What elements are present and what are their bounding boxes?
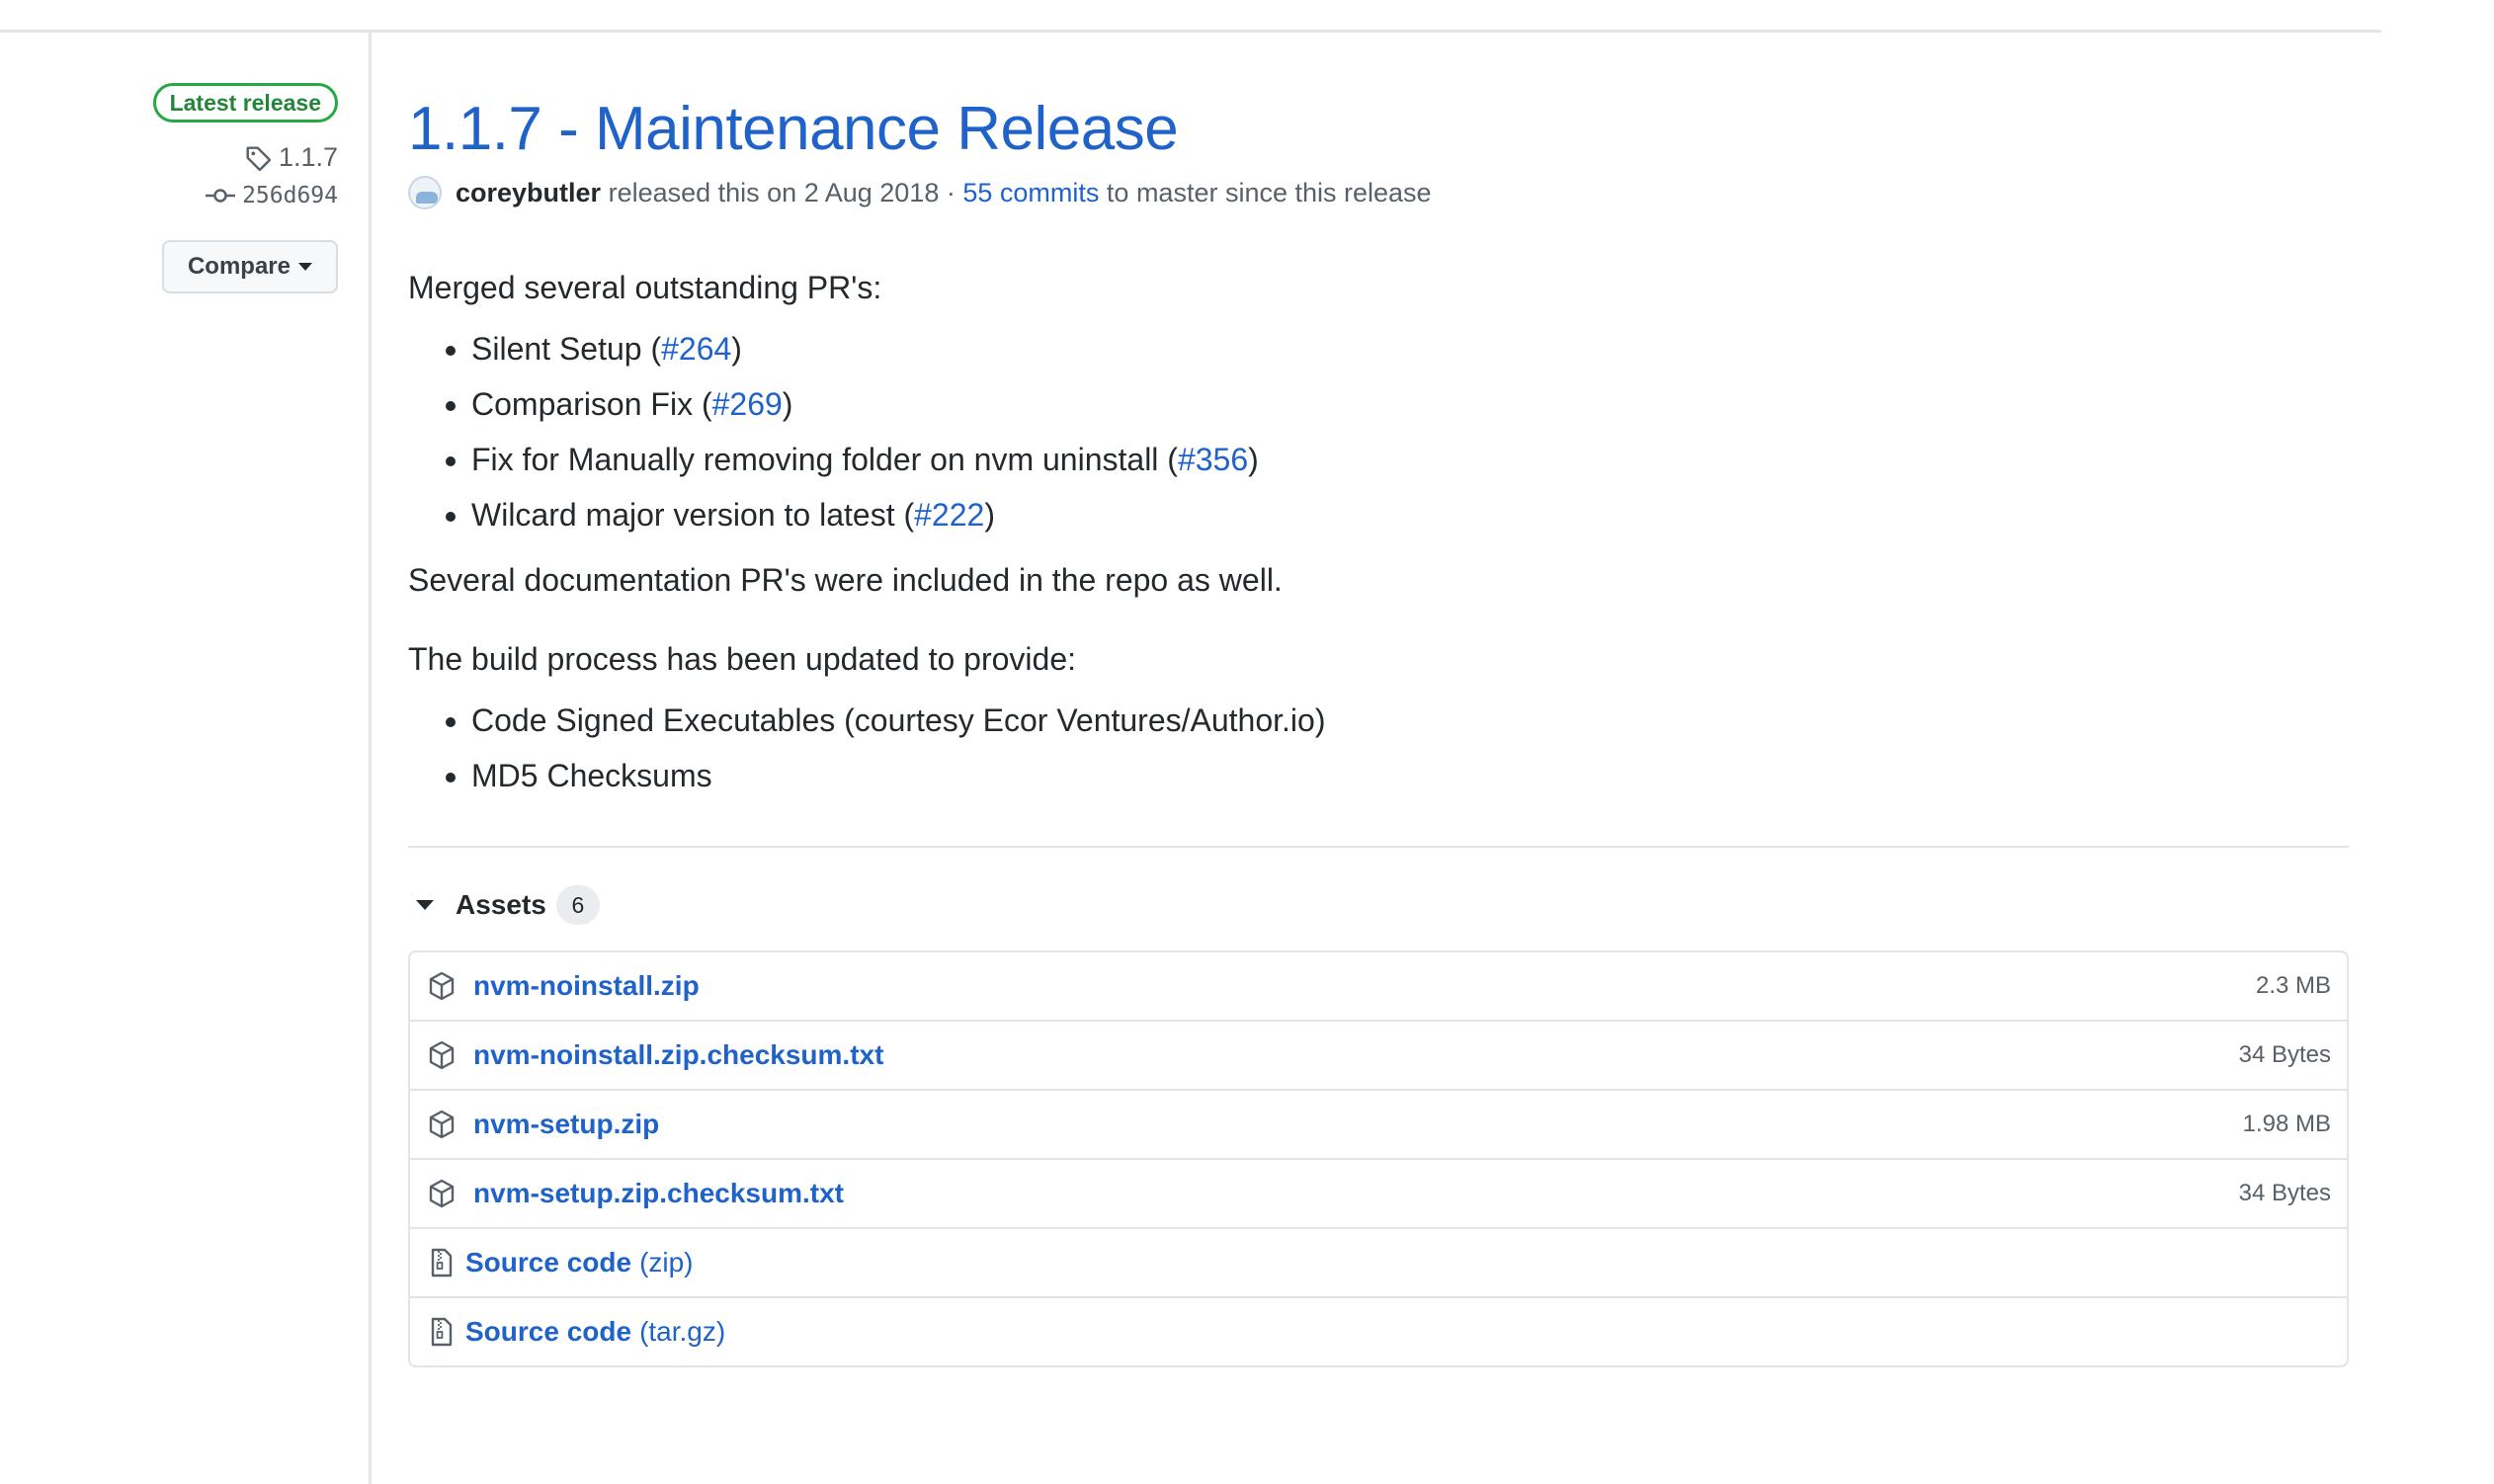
pr-link[interactable]: #356 xyxy=(1178,442,1248,477)
asset-row: nvm-setup.zip 1.98 MB xyxy=(410,1089,2347,1158)
assets-count-badge: 6 xyxy=(555,885,600,925)
asset-row: nvm-setup.zip.checksum.txt 34 Bytes xyxy=(410,1158,2347,1227)
package-icon xyxy=(429,1040,455,1070)
released-date-text: released this on 2 Aug 2018 · xyxy=(608,177,956,207)
list-item: MD5 Checksums xyxy=(471,755,2349,796)
file-zip-icon xyxy=(431,1248,453,1278)
assets-toggle[interactable]: Assets 6 xyxy=(408,883,2349,927)
source-code-format[interactable]: (tar.gz) xyxy=(639,1316,725,1348)
list-item: Fix for Manually removing folder on nvm … xyxy=(471,439,2349,480)
compare-button-label: Compare xyxy=(187,253,291,280)
list-item: Code Signed Executables (courtesy Ecor V… xyxy=(471,700,2349,741)
release-body: 1.1.7 - Maintenance Release coreybutler … xyxy=(408,87,2349,1367)
package-icon xyxy=(429,1179,455,1208)
latest-release-badge: Latest release xyxy=(152,83,338,123)
top-divider xyxy=(0,30,2381,33)
asset-row: nvm-noinstall.zip 2.3 MB xyxy=(410,952,2347,1020)
release-byline: coreybutler released this on 2 Aug 2018 … xyxy=(408,176,2349,209)
asset-size: 1.98 MB xyxy=(2242,1111,2331,1137)
release-meta-sidebar: Latest release 1.1.7 256d694 Compare xyxy=(0,83,338,293)
source-code-link[interactable]: Source code xyxy=(465,1247,631,1278)
asset-size: 34 Bytes xyxy=(2238,1180,2331,1206)
asset-download-link[interactable]: nvm-setup.zip.checksum.txt xyxy=(473,1178,844,1209)
package-icon xyxy=(429,1110,455,1139)
list-item: Comparison Fix (#269) xyxy=(471,383,2349,425)
release-commit-link[interactable]: 256d694 xyxy=(0,183,338,208)
source-code-link[interactable]: Source code xyxy=(465,1316,631,1348)
commits-since-suffix: to master since this release xyxy=(1106,177,1432,207)
git-commit-icon xyxy=(206,189,236,203)
notes-build-intro: The build process has been updated to pr… xyxy=(408,641,1077,677)
pr-link[interactable]: #269 xyxy=(712,386,783,422)
commit-sha: 256d694 xyxy=(242,183,338,208)
asset-row: nvm-noinstall.zip.checksum.txt 34 Bytes xyxy=(410,1020,2347,1089)
assets-label: Assets xyxy=(456,889,546,920)
package-icon xyxy=(429,971,455,1001)
pr-list: Silent Setup (#264) Comparison Fix (#269… xyxy=(408,328,2349,536)
release-timeline-line xyxy=(369,32,372,1484)
tag-icon xyxy=(246,145,271,171)
asset-download-link[interactable]: nvm-setup.zip xyxy=(473,1109,659,1140)
notes-docs-line: Several documentation PR's were included… xyxy=(408,562,1283,598)
compare-button[interactable]: Compare xyxy=(161,240,338,293)
list-item: Silent Setup (#264) xyxy=(471,328,2349,370)
assets-divider xyxy=(408,846,2349,848)
pr-link[interactable]: #222 xyxy=(914,497,984,533)
notes-intro: Merged several outstanding PR's: xyxy=(408,270,882,305)
pr-link[interactable]: #264 xyxy=(661,331,731,367)
triangle-down-icon xyxy=(416,900,434,910)
release-tag-label: 1.1.7 xyxy=(278,142,338,172)
commits-since-link[interactable]: 55 commits xyxy=(962,178,1099,208)
avatar[interactable] xyxy=(408,176,442,209)
chevron-down-icon xyxy=(298,263,312,271)
assets-list: nvm-noinstall.zip 2.3 MB nvm-noinstall.z… xyxy=(408,950,2349,1367)
asset-size: 34 Bytes xyxy=(2238,1041,2331,1068)
release-notes: Merged several outstanding PR's: Silent … xyxy=(408,267,2349,796)
source-code-format[interactable]: (zip) xyxy=(639,1247,693,1278)
build-list: Code Signed Executables (courtesy Ecor V… xyxy=(408,700,2349,796)
list-item: Wilcard major version to latest (#222) xyxy=(471,494,2349,536)
file-zip-icon xyxy=(431,1317,453,1347)
asset-download-link[interactable]: nvm-noinstall.zip xyxy=(473,970,700,1002)
asset-size: 2.3 MB xyxy=(2255,972,2331,999)
release-title-link[interactable]: 1.1.7 - Maintenance Release xyxy=(408,87,2349,172)
release-tag-link[interactable]: 1.1.7 xyxy=(0,142,338,173)
asset-download-link[interactable]: nvm-noinstall.zip.checksum.txt xyxy=(473,1039,883,1071)
asset-row: Source code (zip) xyxy=(410,1227,2347,1296)
author-link[interactable]: coreybutler xyxy=(456,178,601,208)
asset-row: Source code (tar.gz) xyxy=(410,1296,2347,1365)
